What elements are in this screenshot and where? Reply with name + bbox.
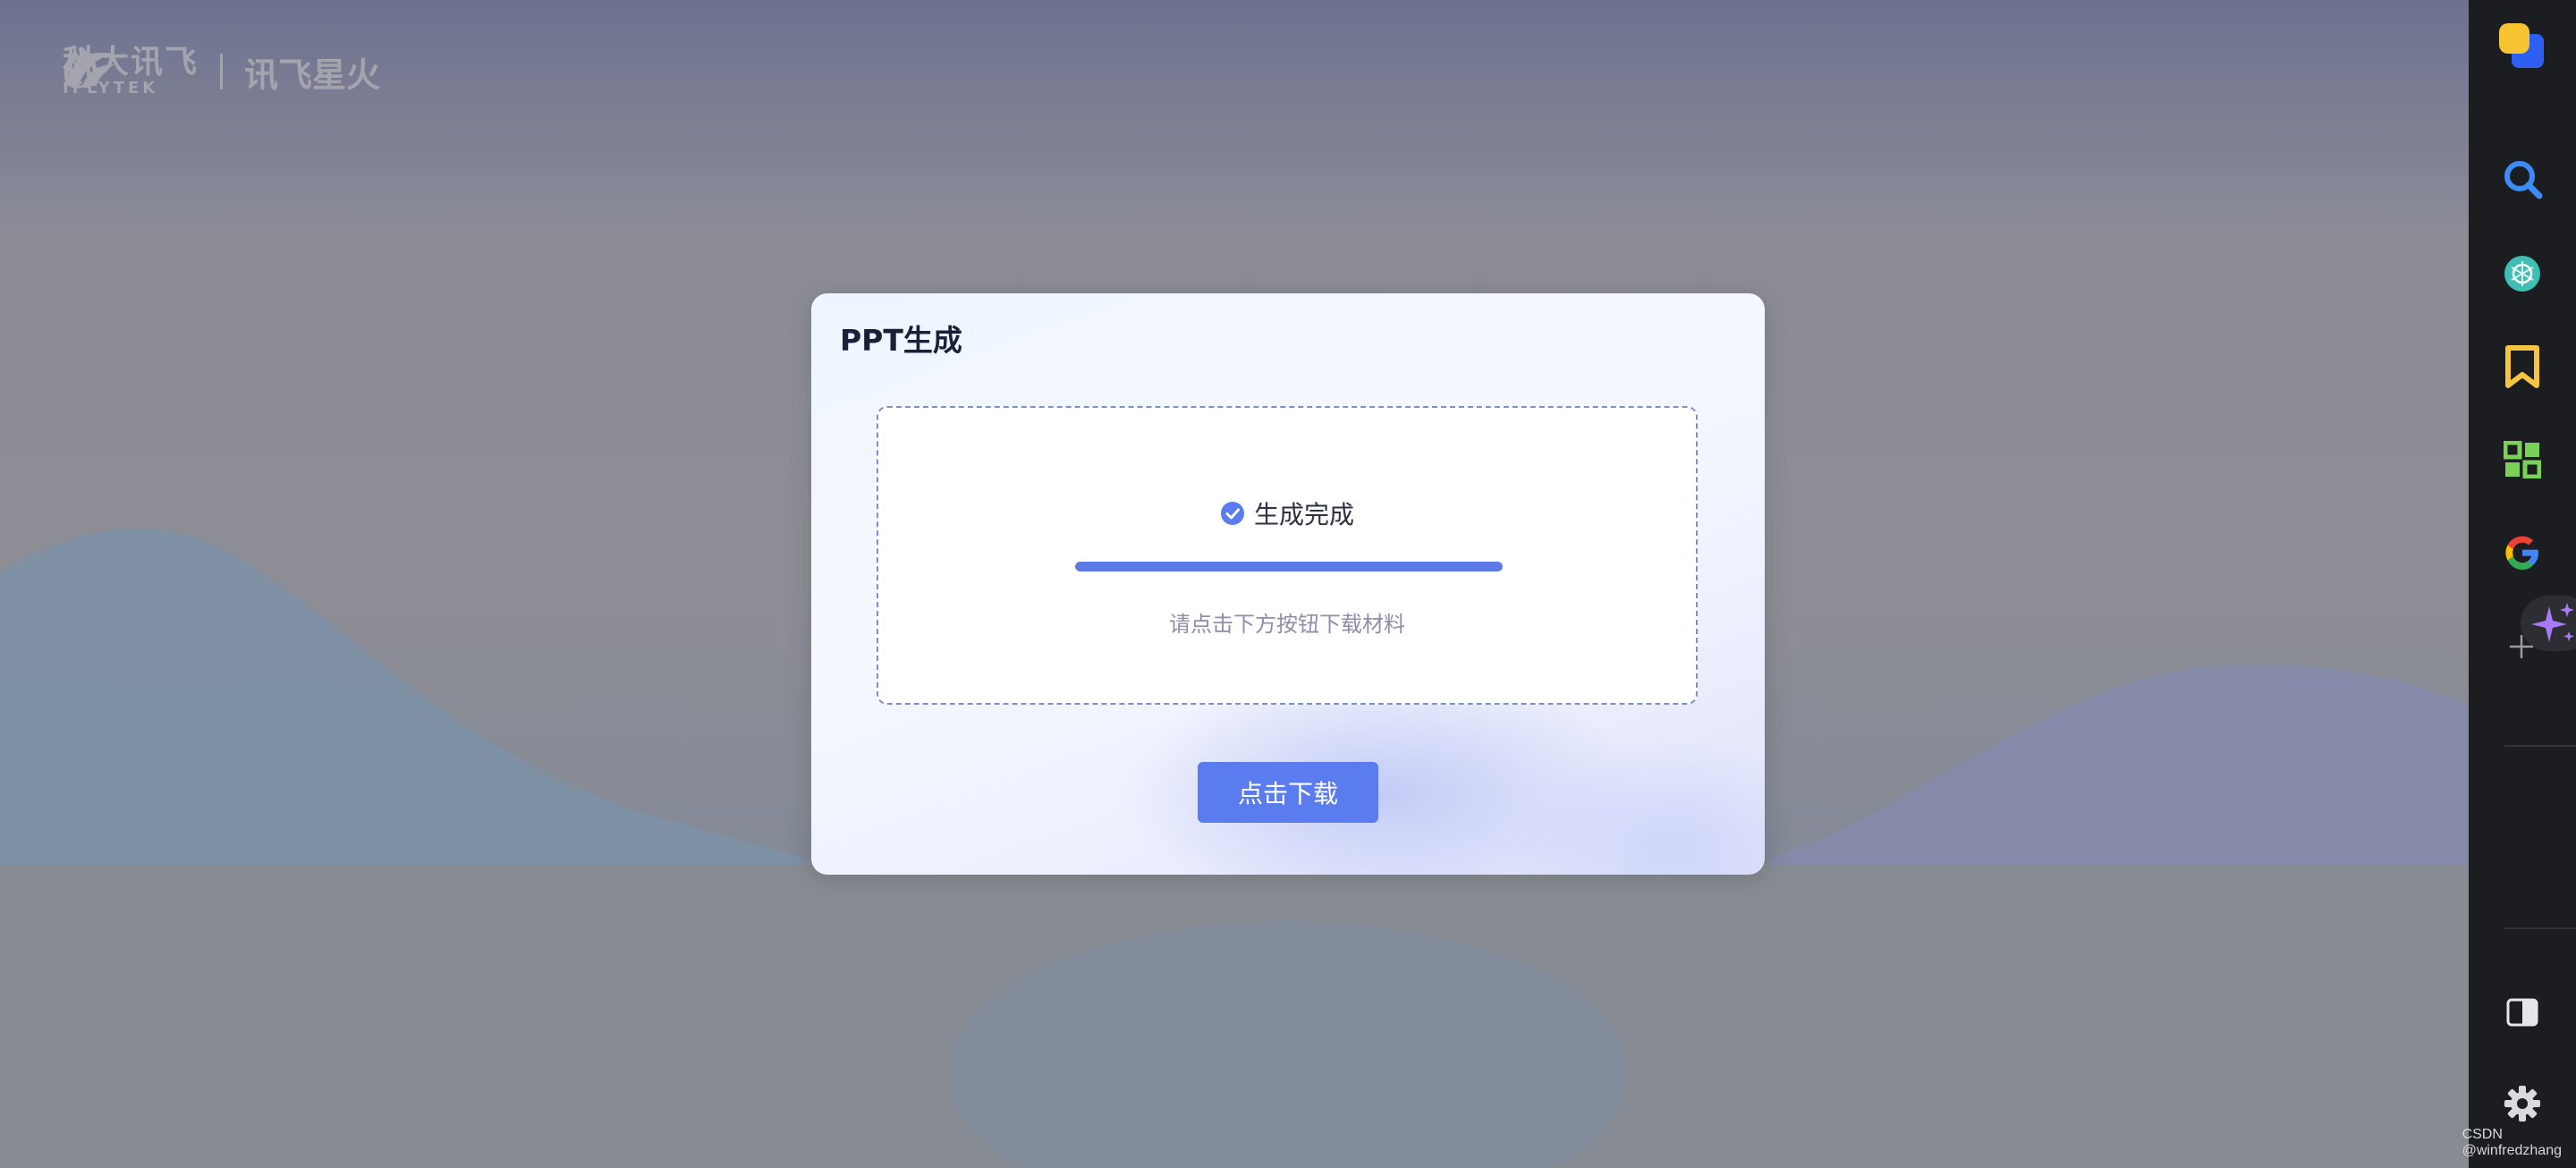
sidebar-toggle-icon[interactable] [2504,994,2540,1030]
sidebar-divider [2504,745,2576,747]
progress-bar [1075,562,1503,571]
bookmark-icon[interactable] [2501,343,2544,390]
download-button[interactable]: 点击下载 [1198,762,1378,823]
app-logo-icon[interactable] [2497,21,2547,72]
extension-sidebar: CSDN @winfredzhang [2462,0,2576,1168]
dialog-title: PPT生成 [840,323,962,358]
watermark: CSDN @winfredzhang [2462,1127,2562,1158]
status-row: 生成完成 [878,495,1696,531]
check-circle-icon [1220,502,1244,525]
progress-fill [1075,562,1503,571]
brand-logos: 科大讯飞 IFLYTEK 讯飞星火 [63,47,380,97]
brand-separator [220,54,224,89]
add-icon[interactable] [2508,633,2535,660]
search-icon[interactable] [2501,157,2544,200]
result-panel: 生成完成 请点击下方按钮下载材料 [877,406,1698,705]
sidebar-divider [2504,927,2576,929]
ppt-generate-dialog: PPT生成 生成完成 请点击下方按钮下载材料 点击下载 [811,293,1765,875]
openai-icon[interactable] [2501,252,2544,295]
download-hint: 请点击下方按钮下载材料 [1169,612,1405,637]
xinghuo-name: 讯飞星火 [244,55,381,95]
status-text: 生成完成 [1253,500,1354,529]
screen: 科大讯飞 IFLYTEK 讯飞星火 PPT生成 生成完成 请点击下方按钮下载材料… [0,0,2576,1168]
sparkle-icon[interactable] [2531,601,2576,646]
xinghuo-logo: 讯飞星火 [64,47,381,97]
settings-icon[interactable] [2503,1084,2542,1123]
google-icon[interactable] [2501,531,2544,574]
flame-icon [64,47,97,88]
apps-grid-icon[interactable] [2501,438,2544,481]
